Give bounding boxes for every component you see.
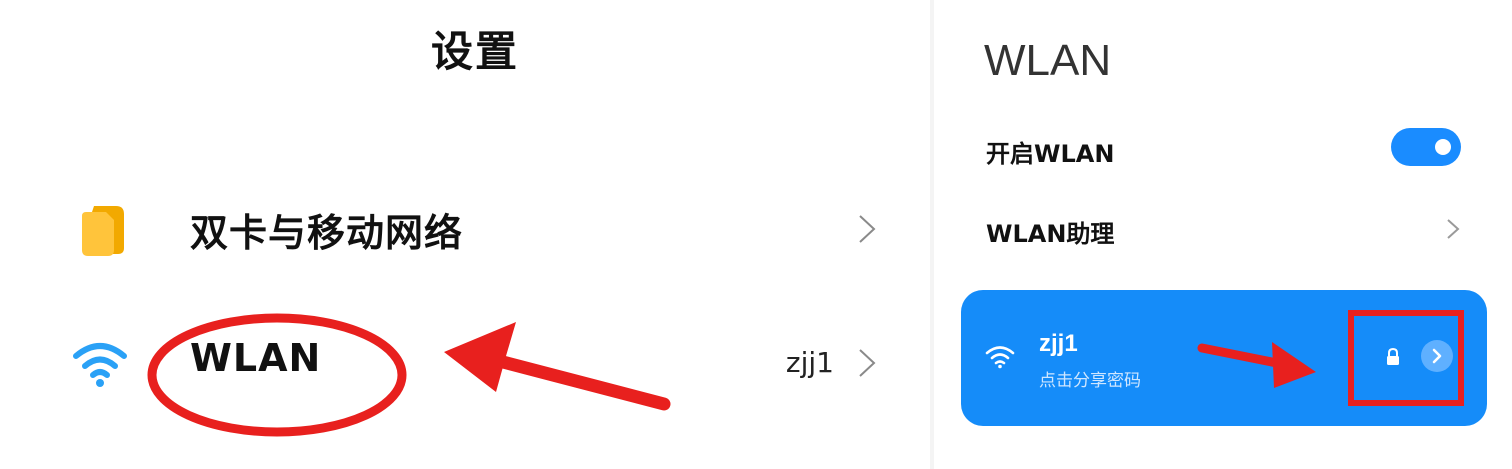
page-title: 设置 xyxy=(430,27,519,76)
settings-item-label: 双卡与移动网络 xyxy=(190,211,464,255)
connected-network-name: zjj1 xyxy=(785,346,834,379)
share-password-hint[interactable]: 点击分享密码 xyxy=(1039,366,1141,391)
network-details-button[interactable] xyxy=(1421,340,1453,372)
settings-item-label: WLAN xyxy=(190,336,322,380)
wlan-assistant-label: WLAN助理 xyxy=(986,220,1115,248)
network-name: zjj1 xyxy=(1039,330,1078,357)
settings-item-wlan[interactable]: WLAN zjj1 xyxy=(0,324,930,404)
wifi-icon xyxy=(73,343,127,387)
settings-item-dual-sim[interactable]: 双卡与移动网络 xyxy=(0,190,930,270)
settings-panel: 设置 双卡与移动网络 WLAN zjj1 xyxy=(0,0,930,469)
toggle-knob xyxy=(1435,139,1451,155)
chevron-right-icon xyxy=(1432,348,1442,364)
wlan-toggle-switch[interactable] xyxy=(1391,128,1461,166)
lock-icon xyxy=(1387,347,1399,365)
chevron-right-icon xyxy=(859,349,876,377)
chevron-right-icon xyxy=(1447,219,1460,239)
wlan-assistant-row[interactable]: WLAN助理 xyxy=(934,200,1512,260)
connected-network-card[interactable]: zjj1 点击分享密码 xyxy=(961,290,1487,426)
chevron-right-icon xyxy=(859,215,876,243)
page-title: WLAN xyxy=(984,36,1112,85)
wifi-icon xyxy=(985,346,1015,369)
wlan-toggle-row: 开启WLAN xyxy=(934,120,1512,180)
screenshot-composite: 设置 双卡与移动网络 WLAN zjj1 WLAN 开启WLAN WLAN助理 … xyxy=(0,0,1512,469)
wlan-toggle-label: 开启WLAN xyxy=(986,140,1115,168)
wlan-panel: WLAN 开启WLAN WLAN助理 zjj1 点击分享密码 xyxy=(934,0,1512,469)
sim-card-icon xyxy=(82,206,124,256)
